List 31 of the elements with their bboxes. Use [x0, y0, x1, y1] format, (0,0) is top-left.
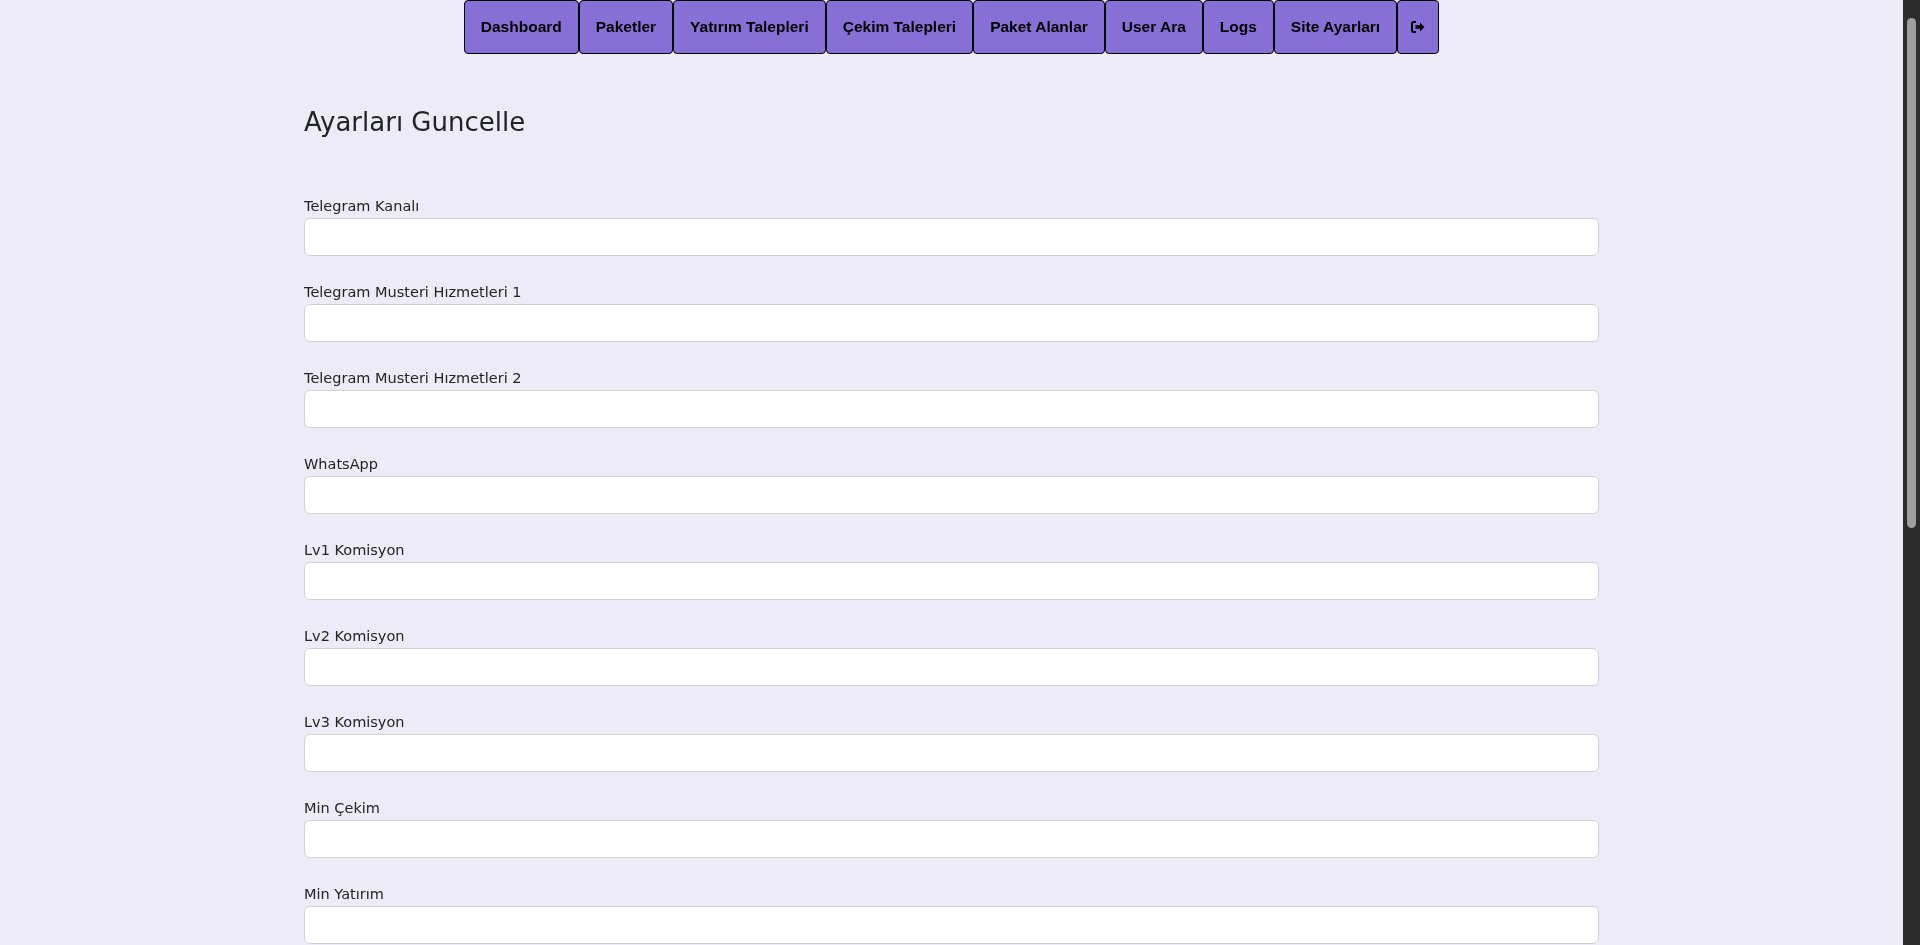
nav-button[interactable]: Logs — [1202, 0, 1274, 54]
field-label: Lv1 Komisyon — [304, 541, 406, 560]
exit-arrow-icon — [1411, 21, 1426, 33]
input-field[interactable] — [304, 390, 1599, 428]
field-label: WhatsApp — [304, 455, 379, 474]
field-label: Telegram Musteri Hızmetleri 2 — [304, 369, 523, 388]
field-label: Telegram Kanalı — [304, 197, 421, 216]
field-label: Lv2 Komisyon — [304, 627, 406, 646]
field-label: Min Çekim — [304, 799, 381, 818]
field-label: Telegram Musteri Hızmetleri 1 — [304, 283, 523, 302]
logout-button[interactable] — [1397, 0, 1440, 54]
input-field[interactable] — [304, 218, 1599, 256]
input-field[interactable] — [304, 562, 1599, 600]
nav-button[interactable]: Yatırım Talepleri — [673, 0, 826, 54]
nav-button[interactable]: Site Ayarları — [1273, 0, 1398, 54]
input-field[interactable] — [304, 906, 1599, 944]
input-field[interactable] — [304, 734, 1599, 772]
input-field[interactable] — [304, 304, 1599, 342]
nav-button[interactable]: Çekim Talepleri — [825, 0, 974, 54]
scrollbar[interactable] — [1903, 0, 1920, 945]
input-field[interactable] — [304, 820, 1599, 858]
input-field[interactable] — [304, 648, 1599, 686]
field-label: Lv3 Komisyon — [304, 713, 406, 732]
page-title: Ayarları Guncelle — [304, 106, 527, 138]
input-field[interactable] — [304, 476, 1599, 514]
nav-button[interactable]: Dashboard — [463, 0, 579, 54]
nav-button[interactable]: User Ara — [1104, 0, 1203, 54]
nav-button[interactable]: Paketler — [578, 0, 674, 54]
scrollbar-thumb[interactable] — [1907, 18, 1916, 528]
field-label: Min Yatırım — [304, 885, 385, 904]
nav-button[interactable]: Paket Alanlar — [973, 0, 1105, 54]
